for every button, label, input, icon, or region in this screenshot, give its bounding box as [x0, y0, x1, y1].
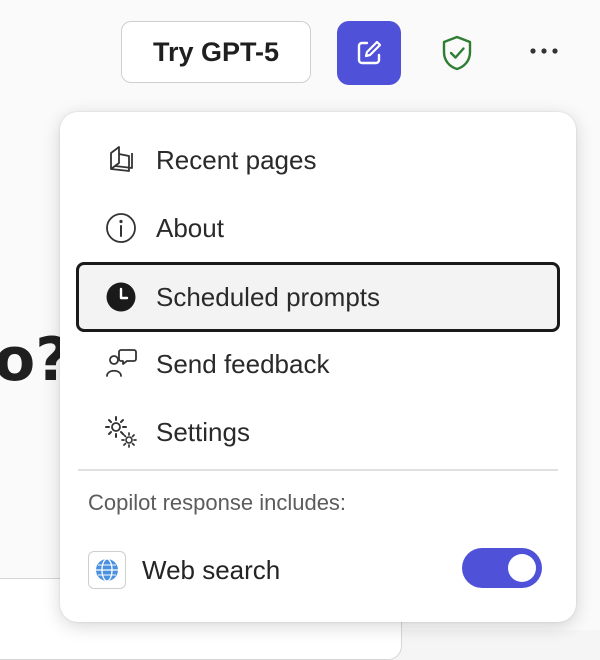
- info-icon: [104, 211, 138, 245]
- globe-icon: [88, 551, 126, 589]
- more-icon: [530, 48, 558, 54]
- menu-item-label: Send feedback: [156, 348, 330, 379]
- menu-item-label: Scheduled prompts: [156, 281, 381, 312]
- new-chat-button[interactable]: [337, 21, 401, 85]
- menu-item-label: About: [156, 212, 224, 243]
- toggle-knob: [508, 554, 536, 582]
- book-icon: [104, 143, 138, 177]
- menu-item-label: Settings: [156, 416, 250, 447]
- feedback-icon: [104, 347, 138, 381]
- menu-item-label: Recent pages: [156, 144, 317, 175]
- web-search-toggle[interactable]: [462, 548, 542, 588]
- menu-item-scheduled-prompts[interactable]: Scheduled prompts: [76, 262, 560, 332]
- shield-check-icon: [442, 35, 472, 71]
- menu-item-about[interactable]: About: [76, 196, 560, 260]
- options-menu: Recent pages About Scheduled prompts Sen…: [60, 112, 576, 622]
- menu-item-recent-pages[interactable]: Recent pages: [76, 128, 560, 192]
- compose-icon: [357, 40, 382, 65]
- more-options-button[interactable]: [522, 34, 566, 68]
- web-search-label: Web search: [142, 554, 281, 585]
- response-includes-label: Copilot response includes:: [88, 490, 347, 515]
- menu-item-send-feedback[interactable]: Send feedback: [76, 332, 560, 396]
- clock-icon: [104, 280, 138, 314]
- privacy-shield-button[interactable]: [440, 34, 474, 72]
- menu-divider: [78, 469, 558, 471]
- gear-icon: [104, 415, 138, 449]
- menu-item-settings[interactable]: Settings: [76, 400, 560, 464]
- try-gpt5-button[interactable]: Try GPT-5: [121, 21, 311, 83]
